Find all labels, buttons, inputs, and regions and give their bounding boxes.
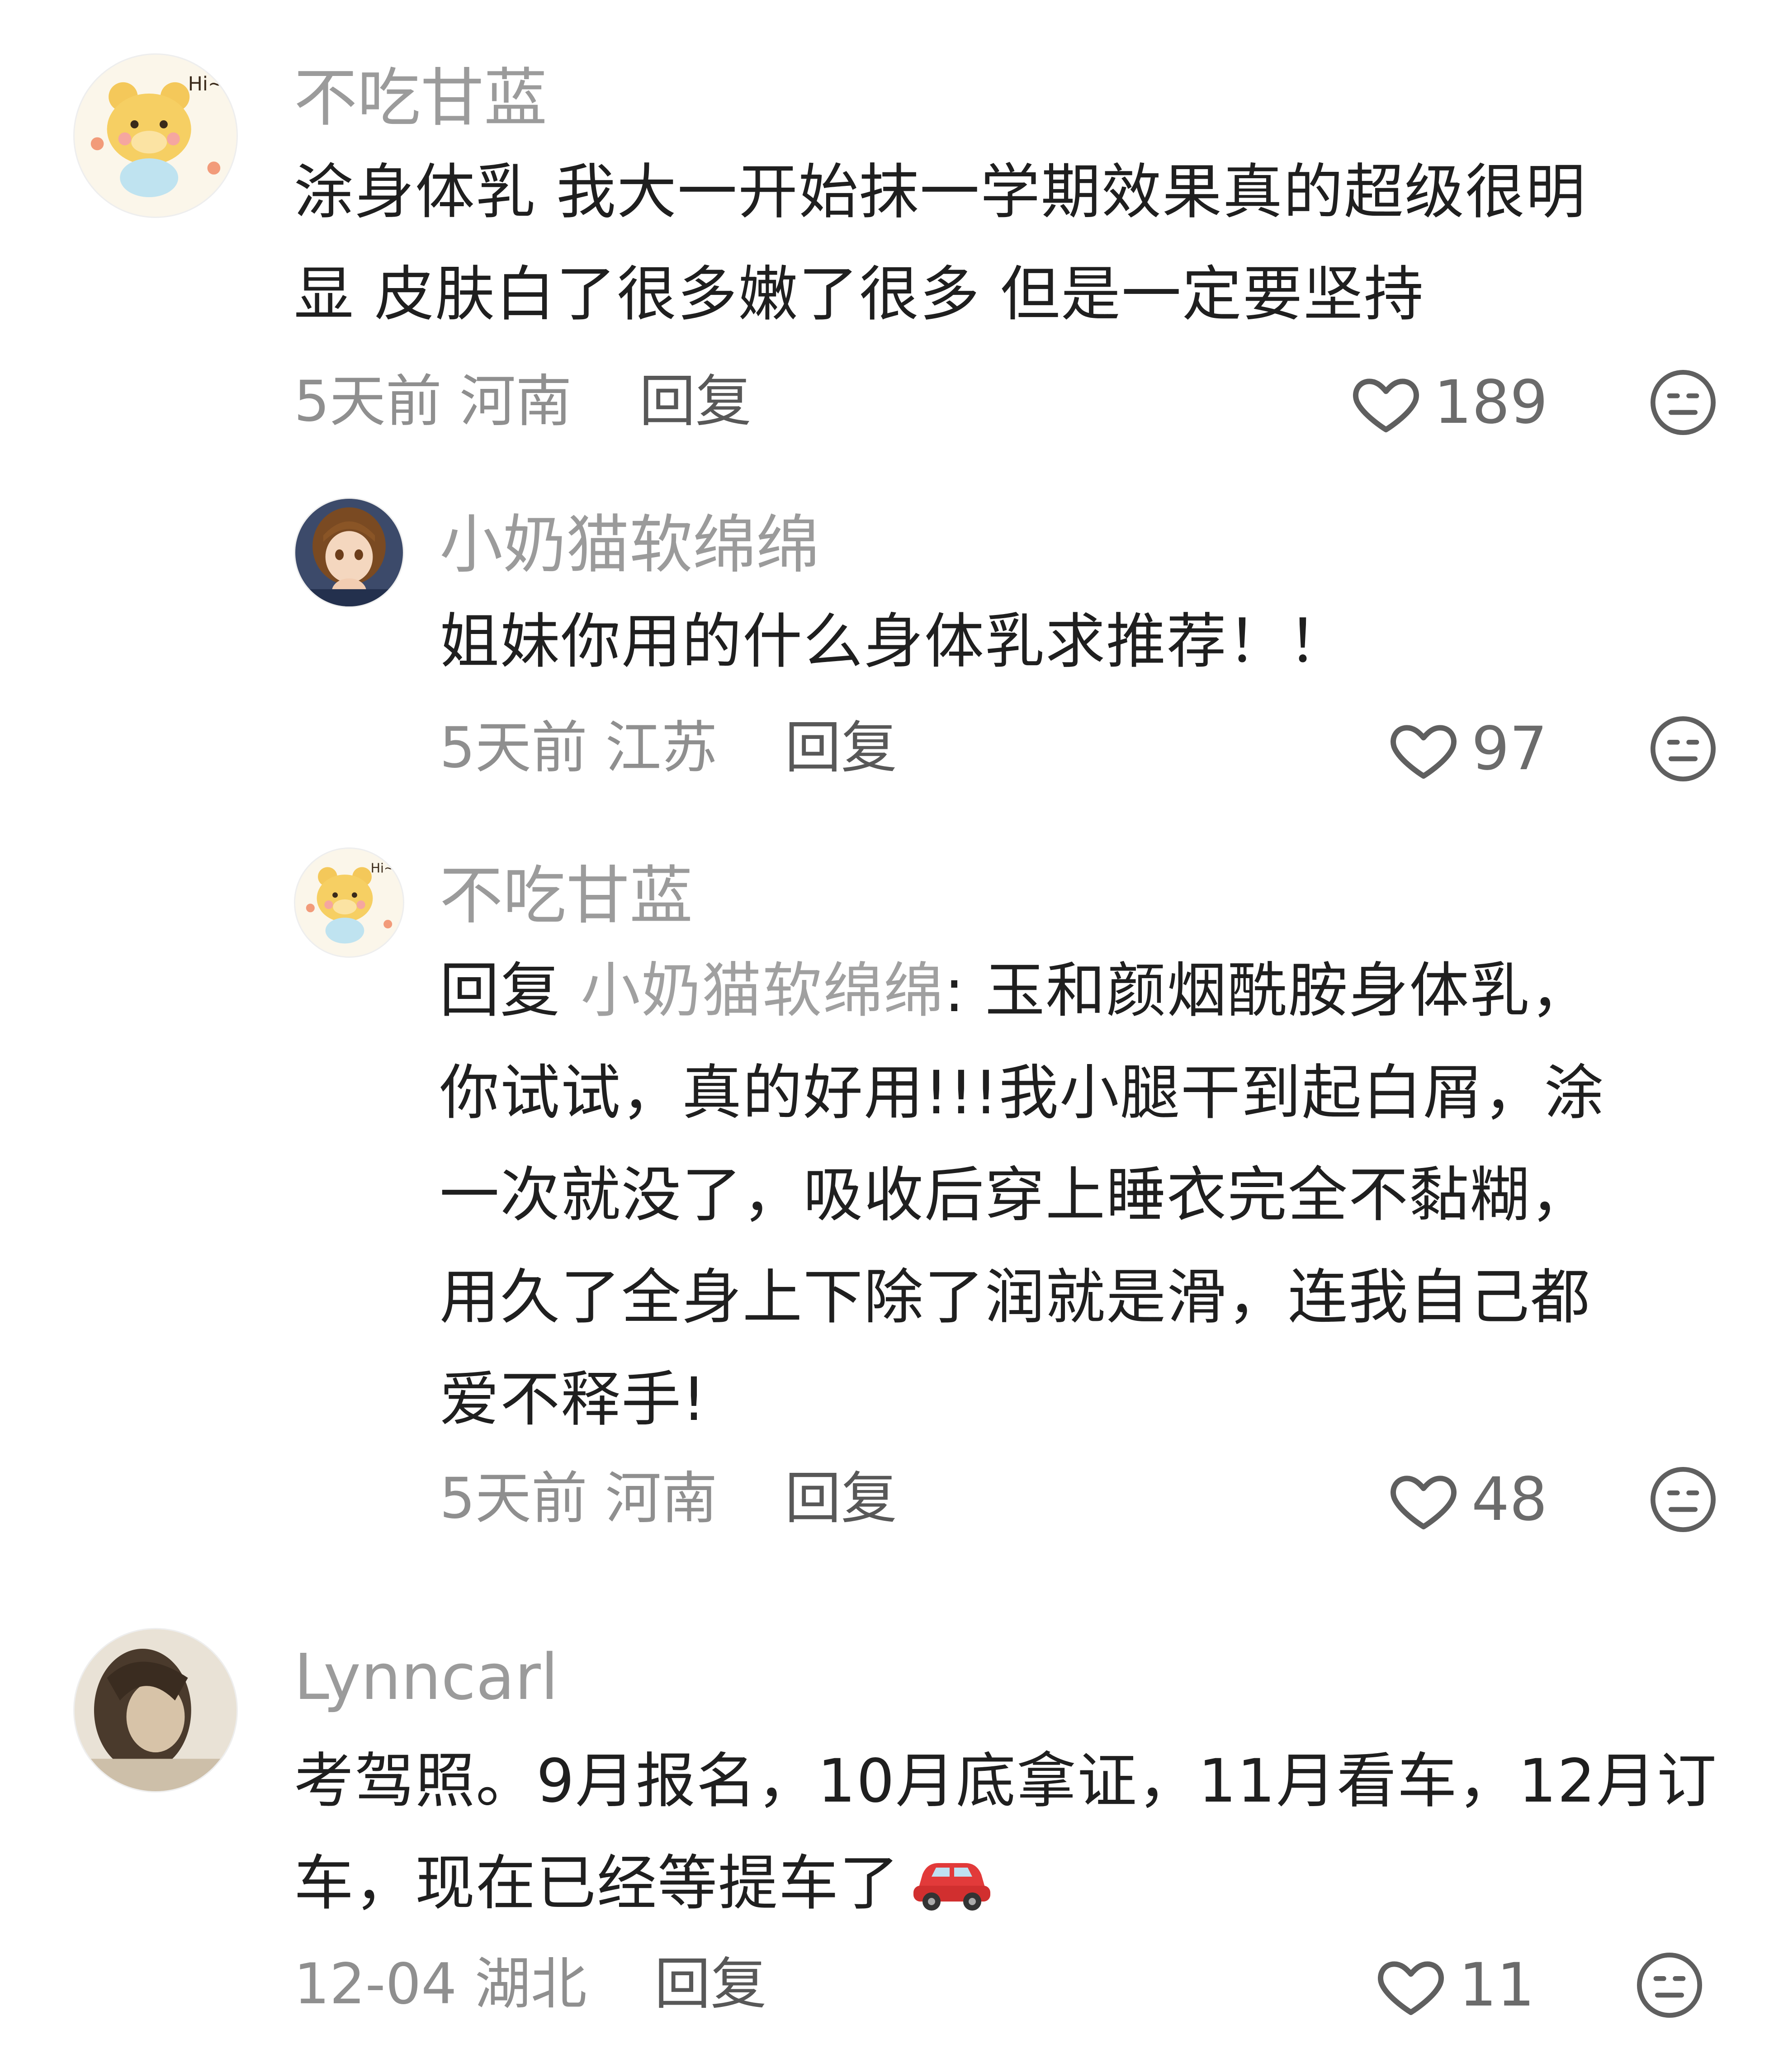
comment-text-line: 你试试，真的好用!!!我小腿干到起白屑，涂 <box>440 1058 1605 1128</box>
comment-meta: 5天前 江苏 回复 <box>440 720 897 776</box>
comment-location: 河南 <box>459 369 572 434</box>
reply-button[interactable]: 回复 <box>785 1466 897 1531</box>
dislike-button[interactable] <box>1647 713 1719 785</box>
comment-meta: 12-04 湖北 回复 <box>294 1956 766 2012</box>
svg-text:Hi~: Hi~ <box>188 73 224 95</box>
comment-text: 涂身体乳 我大一开始抹一学期效果真的超级很明 显 皮肤白了很多嫩了很多 但是一定… <box>294 141 1741 345</box>
avatar[interactable]: Hi~ <box>73 53 238 218</box>
avatar[interactable] <box>73 1628 238 1793</box>
like-count: 189 <box>1434 368 1548 437</box>
svg-text:Hi~: Hi~ <box>371 860 395 875</box>
like-button[interactable]: 11 <box>1375 1949 1535 2021</box>
reply-separator: : <box>944 956 985 1026</box>
username[interactable]: 小奶猫软绵绵 <box>440 514 819 577</box>
car-emoji-icon <box>913 1863 990 1911</box>
comment-text: 姐妹你用的什么身体乳求推荐！！ <box>440 591 1751 693</box>
comment-text-line: 涂身体乳 我大一开始抹一学期效果真的超级很明 <box>294 157 1586 227</box>
dislike-button[interactable] <box>1633 1949 1706 2021</box>
reply-button[interactable]: 回复 <box>639 369 752 434</box>
reply-mention[interactable]: 小奶猫软绵绵 <box>581 956 944 1026</box>
avatar[interactable] <box>294 497 404 608</box>
heart-outline-icon <box>1353 378 1419 432</box>
heart-outline-icon <box>1391 725 1457 779</box>
comment-text: 回复 小奶猫软绵绵: 玉和颜烟酰胺身体乳， 你试试，真的好用!!!我小腿干到起白… <box>440 940 1751 1451</box>
comment-time: 12-04 <box>294 1952 457 2017</box>
neutral-face-icon <box>1651 716 1716 781</box>
comment-location: 湖北 <box>474 1952 587 2017</box>
comment-time: 5天前 <box>440 715 587 781</box>
comment-text: 考驾照。9月报名，10月底拿证，11月看车，12月订 车，现在已经等提车了 <box>294 1730 1764 1935</box>
comment-text-line: 爱不释手! <box>440 1365 707 1434</box>
heart-outline-icon <box>1378 1961 1444 2015</box>
username[interactable]: 不吃甘蓝 <box>440 865 693 928</box>
like-button[interactable]: 97 <box>1387 713 1547 785</box>
avatar[interactable]: Hi~ <box>294 847 404 958</box>
dislike-button[interactable] <box>1647 366 1719 439</box>
anime-girl-avatar-icon <box>295 499 403 606</box>
bear-hi-avatar-icon: Hi~ <box>75 55 237 217</box>
comment-location: 江苏 <box>605 715 718 781</box>
like-count: 97 <box>1471 714 1547 784</box>
neutral-face-icon <box>1651 1467 1716 1532</box>
reply-button[interactable]: 回复 <box>654 1952 766 2017</box>
like-count: 11 <box>1459 1950 1535 2020</box>
like-count: 48 <box>1471 1465 1547 1534</box>
comment-location: 河南 <box>605 1466 718 1531</box>
comment-text-line: 姐妹你用的什么身体乳求推荐！！ <box>440 607 1348 676</box>
neutral-face-icon <box>1637 1953 1702 2018</box>
dislike-button[interactable] <box>1647 1463 1719 1536</box>
username[interactable]: Lynncarl <box>294 1646 558 1709</box>
heart-outline-icon <box>1391 1476 1457 1529</box>
comment-text-line: 显 皮肤白了很多嫩了很多 但是一定要坚持 <box>294 260 1424 329</box>
username[interactable]: 不吃甘蓝 <box>294 67 547 130</box>
bear-hi-avatar-icon: Hi~ <box>295 849 403 956</box>
neutral-face-icon <box>1651 370 1716 435</box>
comment-meta: 5天前 河南 回复 <box>294 374 752 430</box>
comment-text-line: 用久了全身上下除了润就是滑，连我自己都 <box>440 1263 1591 1332</box>
comment-text-segment: 车，现在已经等提车了 <box>294 1849 900 1918</box>
portrait-photo-avatar-icon <box>75 1629 237 1791</box>
like-button[interactable]: 48 <box>1387 1463 1547 1536</box>
comment-time: 5天前 <box>294 369 442 434</box>
comment-text-line: 一次就没了，吸收后穿上睡衣完全不黏糊， <box>440 1160 1591 1230</box>
comment-text-line: 车，现在已经等提车了 <box>294 1832 1764 1935</box>
reply-prefix: 回复 <box>440 956 581 1026</box>
comment-meta: 5天前 河南 回复 <box>440 1471 897 1527</box>
reply-button[interactable]: 回复 <box>785 715 897 781</box>
comment-text-segment: 玉和颜烟酰胺身体乳， <box>985 956 1591 1026</box>
comment-text-line: 考驾照。9月报名，10月底拿证，11月看车，12月订 <box>294 1746 1717 1816</box>
like-button[interactable]: 189 <box>1350 366 1548 439</box>
comment-time: 5天前 <box>440 1466 587 1531</box>
comment-text-line: 回复 小奶猫软绵绵: 玉和颜烟酰胺身体乳， <box>440 940 1751 1042</box>
